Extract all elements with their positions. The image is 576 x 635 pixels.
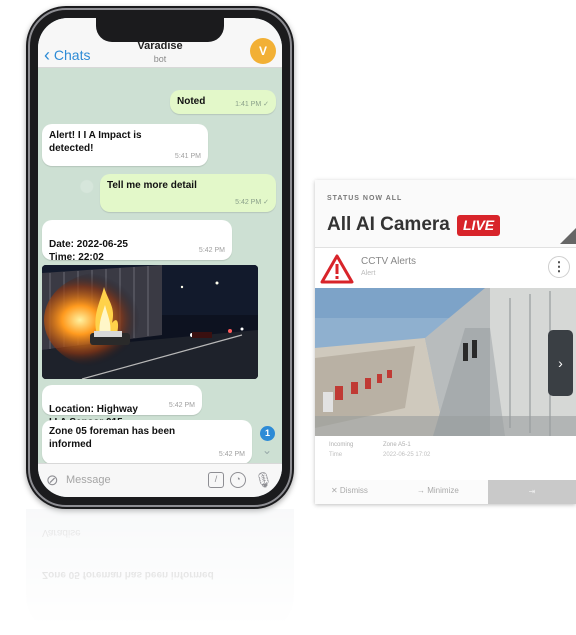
page: ‹ Chats Varadise bot V Noted 1:41 PM ✓ A… xyxy=(0,0,576,635)
dismiss-button[interactable]: ✕ Dismiss xyxy=(331,486,368,495)
message-time: 5:42 PM xyxy=(168,402,195,409)
message-text: Zone 05 foreman has been informed xyxy=(49,426,176,450)
reflection-input: Varadise xyxy=(42,527,81,538)
message-list[interactable]: Noted 1:41 PM ✓ Alert! I I A Impact is d… xyxy=(38,68,282,464)
message-input-bar: ⊘ / ◔ 🎙 xyxy=(38,463,282,497)
message-bubble: Location: Highway I I A Sensor 015 5:42 … xyxy=(42,385,202,428)
sticker-icon[interactable]: / xyxy=(208,472,224,488)
message-bubble: Noted 1:41 PM ✓ xyxy=(170,90,276,114)
meta-value: Zone A5-1 xyxy=(383,442,411,448)
message-time: 1:41 PM ✓ xyxy=(235,101,269,108)
unread-badge: 1 xyxy=(260,426,275,441)
microphone-icon[interactable]: 🎙 xyxy=(254,471,273,489)
meta-label: Incoming xyxy=(329,442,354,448)
message-time: 5:42 PM xyxy=(198,247,225,254)
chevron-right-icon: › xyxy=(558,355,563,371)
message-text: Tell me more detail xyxy=(107,180,197,191)
cctv-feed-image xyxy=(315,288,576,436)
meta-value: 2022-06-25 17:02 xyxy=(383,452,431,458)
card-header: STATUS NOW ALL All AI Camera LIVE xyxy=(315,180,576,248)
reflection-phone xyxy=(26,509,294,635)
message-time: 5:42 PM ✓ xyxy=(235,199,269,206)
scroll-down-button[interactable]: ⌄ xyxy=(256,443,278,457)
phone-mockup: ‹ Chats Varadise bot V Noted 1:41 PM ✓ A… xyxy=(26,6,294,509)
message-bubble: Zone 05 foreman has been informed 5:42 P… xyxy=(42,420,252,464)
paperclip-icon[interactable]: ⊘ xyxy=(46,471,62,489)
kebab-menu-icon[interactable]: ⋮ xyxy=(548,256,570,278)
avatar[interactable]: V xyxy=(250,38,276,64)
reflection-text: Zone 05 foreman has been informed xyxy=(42,569,214,580)
fire-scene-image xyxy=(42,265,258,379)
phone-notch xyxy=(96,18,224,42)
alert-row: CCTV Alerts Alert ⋮ xyxy=(315,248,576,288)
minimize-button[interactable]: → Minimize xyxy=(417,486,459,495)
card-title: All AI Camera xyxy=(327,214,450,235)
warning-triangle-icon xyxy=(320,254,354,284)
message-text: Noted xyxy=(177,96,206,107)
telegram-screen: ‹ Chats Varadise bot V Noted 1:41 PM ✓ A… xyxy=(38,18,282,497)
open-button[interactable]: ⇥ xyxy=(488,480,576,504)
meta-label: Time xyxy=(329,452,343,458)
message-bubble: Date: 2022-06-25 Time: 22:02 5:42 PM xyxy=(42,220,232,263)
message-input[interactable] xyxy=(66,470,196,490)
alert-subtitle: Alert xyxy=(361,270,376,277)
message-bubble: Tell me more detail 5:42 PM ✓ xyxy=(100,174,276,212)
chat-subtitle: bot xyxy=(153,54,167,64)
message-text: Alert! I I A Impact is detected! xyxy=(49,130,142,154)
card-actions: ✕ Dismiss → Minimize ⇥ xyxy=(315,480,576,504)
alert-title: CCTV Alerts xyxy=(361,256,417,267)
next-camera-button[interactable]: › xyxy=(548,330,573,396)
corner-fold xyxy=(560,228,576,244)
incident-photo[interactable] xyxy=(42,265,258,379)
message-time: 5:41 PM xyxy=(174,153,201,160)
clock-icon[interactable]: ◔ xyxy=(230,472,246,488)
card-kicker: STATUS NOW ALL xyxy=(327,195,403,202)
message-time: 5:42 PM xyxy=(218,451,245,458)
live-badge: LIVE xyxy=(457,215,501,236)
message-bubble: Alert! I I A Impact is detected! 5:41 PM xyxy=(42,124,208,166)
camera-alert-card: STATUS NOW ALL All AI Camera LIVE CCTV A… xyxy=(315,180,576,504)
camera-feed[interactable]: › xyxy=(315,288,576,436)
chevron-down-icon: ⌄ xyxy=(261,443,273,457)
alert-meta: Incoming Time Zone A5-1 2022-06-25 17:02 xyxy=(315,436,576,480)
phone-reflection: Zone 05 foreman has been informed Varadi… xyxy=(26,509,294,635)
